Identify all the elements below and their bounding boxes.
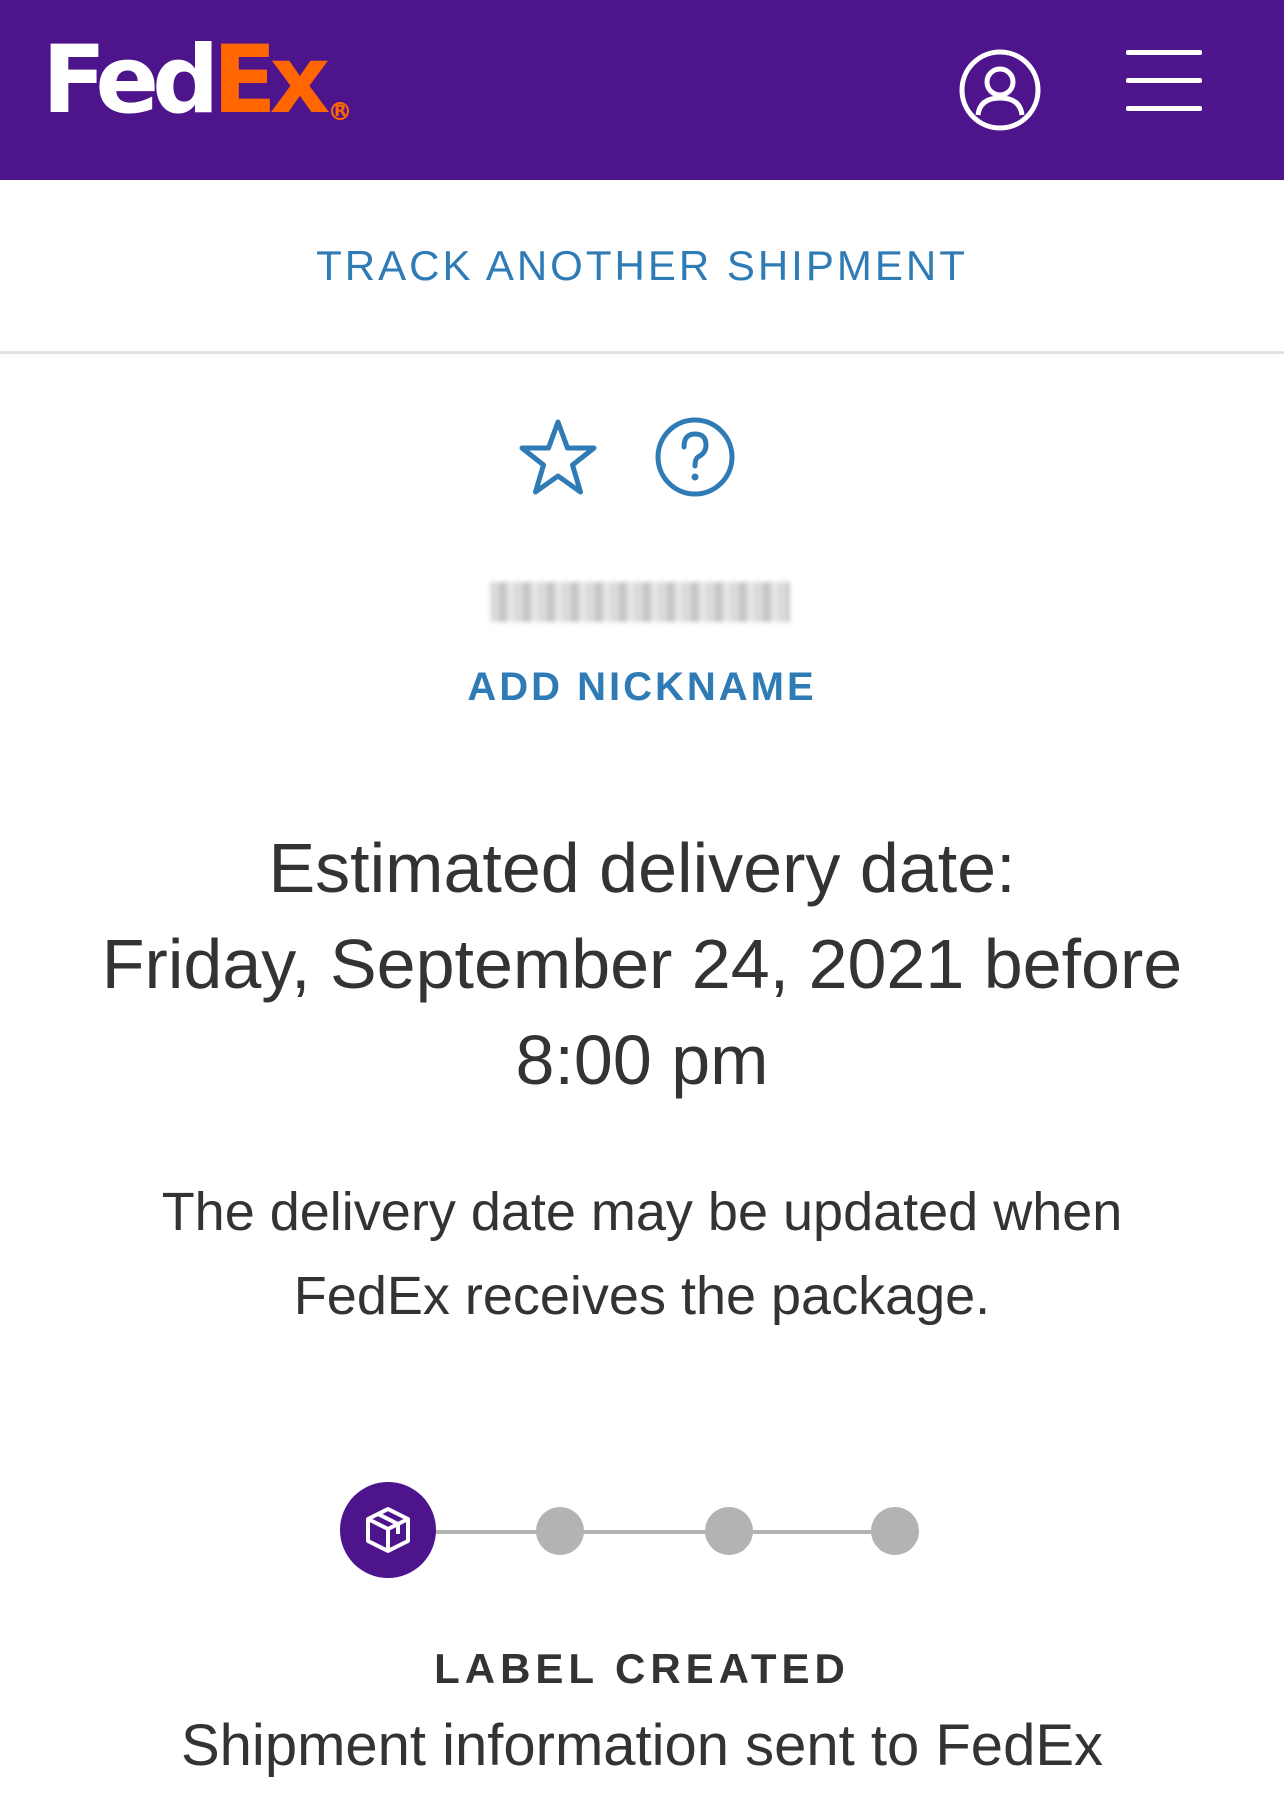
package-box-icon [366,1507,410,1553]
tracking-number: 582018079843 [490,582,790,622]
estimated-delivery: Estimated delivery date: Friday, Septemb… [70,820,1214,1108]
progress-line [420,1530,900,1534]
star-outline-icon [519,419,597,495]
question-circle-icon [655,417,735,497]
watch-shipment-button[interactable] [516,416,600,498]
status-description: Shipment information sent to FedEx [180,1713,1104,1778]
account-button[interactable] [958,48,1042,132]
top-nav-bar: Fed Ex R [0,0,1284,180]
help-button[interactable] [654,416,736,498]
registered-mark: R [331,102,350,120]
track-another-shipment-link[interactable]: TRACK ANOTHER SHIPMENT [0,180,1284,354]
shipment-actions [0,416,1284,498]
delivery-disclaimer: The delivery date may be updated when Fe… [161,1182,1123,1326]
menu-bar-3 [1126,106,1202,111]
estimated-delivery-date: Friday, September 24, 2021 before [101,925,1183,1003]
estimated-delivery-time: 8:00 pm [515,1021,769,1099]
hamburger-menu-button[interactable] [1126,50,1206,116]
status-label: LABEL CREATED [434,1645,850,1692]
menu-bar-2 [1126,78,1202,83]
menu-bar-1 [1126,50,1202,55]
estimated-delivery-heading: Estimated delivery date: [268,829,1016,907]
shipment-progress-tracker [0,1480,1284,1580]
progress-step-3 [705,1507,753,1555]
progress-step-label-created [340,1482,436,1578]
progress-step-4 [871,1507,919,1555]
user-circle-icon [959,49,1041,131]
logo-ex-text: Ex [212,26,330,135]
progress-step-2 [536,1507,584,1555]
fedex-logo[interactable]: Fed Ex R [42,26,350,135]
logo-fed-text: Fed [42,26,219,135]
add-nickname-link[interactable]: ADD NICKNAME [0,665,1284,710]
